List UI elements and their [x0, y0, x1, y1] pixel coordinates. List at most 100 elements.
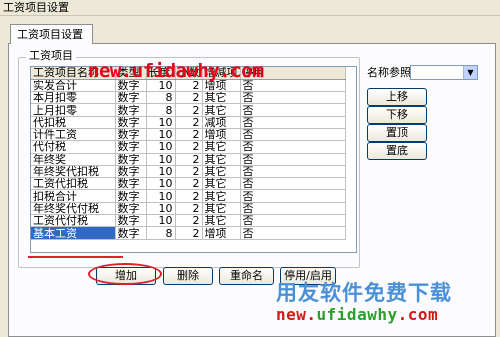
cell-inc-dec[interactable]: 减项: [202, 116, 241, 129]
cell-disabled[interactable]: 否: [240, 103, 346, 117]
cell-disabled[interactable]: 否: [240, 226, 346, 240]
cell-name[interactable]: 实发合计: [31, 79, 116, 93]
cell-name[interactable]: 代扣税: [31, 116, 116, 129]
cell-decimals[interactable]: 2: [175, 202, 203, 216]
cell-decimals[interactable]: 2: [175, 116, 203, 129]
col-header-inc-dec[interactable]: 增减项: [202, 67, 241, 80]
cell-decimals[interactable]: 2: [175, 214, 203, 228]
cell-disabled[interactable]: 否: [240, 165, 346, 179]
cell-decimals[interactable]: 2: [175, 140, 203, 154]
cell-decimals[interactable]: 2: [175, 128, 203, 142]
cell-type[interactable]: 数字: [115, 91, 147, 105]
table-row[interactable]: 上月扣零 数字 8 2 其它否: [31, 103, 346, 117]
delete-button[interactable]: 删除: [163, 267, 213, 285]
cell-inc-dec[interactable]: 增项: [202, 79, 241, 93]
cell-disabled[interactable]: 否: [240, 91, 346, 105]
cell-decimals[interactable]: 2: [175, 165, 203, 179]
salary-items-grid[interactable]: 工资项目名称 类型 长度 小数 增减项 停用 实发合计 数字 10 2 增项否本月扣零数…: [30, 66, 357, 253]
move-bottom-button[interactable]: 置底: [367, 142, 427, 160]
table-row[interactable]: 年终奖 数字 10 2 其它否: [31, 153, 346, 166]
cell-length[interactable]: 8: [146, 226, 176, 240]
cell-type[interactable]: 数字: [115, 202, 147, 216]
cell-inc-dec[interactable]: 增项: [202, 128, 241, 142]
cell-length[interactable]: 8: [146, 103, 176, 117]
cell-length[interactable]: 10: [146, 128, 176, 142]
cell-type[interactable]: 数字: [115, 79, 147, 93]
cell-length[interactable]: 10: [146, 79, 176, 93]
chevron-down-icon[interactable]: ▼: [463, 66, 477, 79]
cell-decimals[interactable]: 2: [175, 91, 203, 105]
cell-disabled[interactable]: 否: [240, 177, 346, 191]
cell-inc-dec[interactable]: 其它: [202, 214, 241, 228]
col-header-name[interactable]: 工资项目名称: [31, 67, 116, 80]
cell-inc-dec[interactable]: 其它: [202, 202, 241, 216]
cell-decimals[interactable]: 2: [175, 226, 203, 240]
cell-length[interactable]: 10: [146, 177, 176, 191]
col-header-disabled[interactable]: 停用: [240, 67, 346, 80]
table-row[interactable]: 扣税合计 数字 10 2 其它否: [31, 189, 346, 203]
cell-type[interactable]: 数字: [115, 177, 147, 191]
col-header-decimals[interactable]: 小数: [175, 67, 203, 80]
table-row[interactable]: 计件工资 数字 10 2 增项否: [31, 128, 346, 142]
cell-inc-dec[interactable]: 其它: [202, 103, 241, 117]
col-header-length[interactable]: 长度: [146, 67, 176, 80]
cell-length[interactable]: 10: [146, 165, 176, 179]
cell-length[interactable]: 10: [146, 202, 176, 216]
cell-inc-dec[interactable]: 其它: [202, 91, 241, 105]
cell-decimals[interactable]: 2: [175, 177, 203, 191]
cell-decimals[interactable]: 2: [175, 153, 203, 166]
cell-inc-dec[interactable]: 其它: [202, 177, 241, 191]
cell-disabled[interactable]: 否: [240, 79, 346, 93]
cell-name[interactable]: 工资代扣税: [31, 177, 116, 191]
cell-type[interactable]: 数字: [115, 214, 147, 228]
cell-name[interactable]: 年终奖代扣税: [31, 165, 116, 179]
cell-disabled[interactable]: 否: [240, 189, 346, 203]
cell-length[interactable]: 10: [146, 214, 176, 228]
cell-inc-dec[interactable]: 其它: [202, 189, 241, 203]
move-top-button[interactable]: 置顶: [367, 124, 427, 142]
cell-disabled[interactable]: 否: [240, 116, 346, 129]
table-row[interactable]: 本月扣零 数字 8 2 其它否: [31, 91, 346, 105]
table-row[interactable]: 工资代扣税 数字 10 2 其它否: [31, 177, 346, 191]
name-ref-select[interactable]: ▼: [410, 65, 478, 80]
table-row[interactable]: 代付税 数字 10 2 其它否: [31, 140, 346, 154]
cell-type[interactable]: 数字: [115, 116, 147, 129]
cell-length[interactable]: 10: [146, 116, 176, 129]
cell-type[interactable]: 数字: [115, 140, 147, 154]
cell-length[interactable]: 8: [146, 91, 176, 105]
table-row[interactable]: 工资代付税 数字 10 2 其它否: [31, 214, 346, 228]
cell-name[interactable]: 计件工资: [31, 128, 116, 142]
cell-type[interactable]: 数字: [115, 103, 147, 117]
cell-decimals[interactable]: 2: [175, 189, 203, 203]
tab-salary-items[interactable]: 工资项目设置: [10, 24, 93, 44]
cell-type[interactable]: 数字: [115, 165, 147, 179]
cell-disabled[interactable]: 否: [240, 140, 346, 154]
rename-button[interactable]: 重命名: [219, 267, 274, 285]
cell-type[interactable]: 数字: [115, 153, 147, 166]
table-row[interactable]: 代扣税 数字 10 2 减项否: [31, 116, 346, 129]
cell-name[interactable]: 年终奖: [31, 153, 116, 166]
cell-inc-dec[interactable]: 其它: [202, 153, 241, 166]
cell-type[interactable]: 数字: [115, 189, 147, 203]
cell-name[interactable]: 扣税合计: [31, 189, 116, 203]
col-header-type[interactable]: 类型: [115, 67, 147, 80]
cell-decimals[interactable]: 2: [175, 103, 203, 117]
cell-inc-dec[interactable]: 增项: [202, 226, 241, 240]
cell-name[interactable]: 本月扣零: [31, 91, 116, 105]
cell-disabled[interactable]: 否: [240, 214, 346, 228]
move-down-button[interactable]: 下移: [367, 106, 427, 124]
table-row[interactable]: 年终奖代付税 数字 10 2 其它否: [31, 202, 346, 216]
cell-length[interactable]: 10: [146, 153, 176, 166]
cell-inc-dec[interactable]: 其它: [202, 165, 241, 179]
cell-decimals[interactable]: 2: [175, 79, 203, 93]
cell-length[interactable]: 10: [146, 189, 176, 203]
table-row[interactable]: 基本工资 数字 8 2 增项否: [31, 226, 346, 240]
table-row[interactable]: 实发合计 数字 10 2 增项否: [31, 79, 346, 93]
cell-name[interactable]: 工资代付税: [31, 214, 116, 228]
cell-disabled[interactable]: 否: [240, 128, 346, 142]
cell-disabled[interactable]: 否: [240, 202, 346, 216]
cell-name[interactable]: 基本工资: [31, 226, 116, 240]
cell-disabled[interactable]: 否: [240, 153, 346, 166]
cell-type[interactable]: 数字: [115, 226, 147, 240]
cell-name[interactable]: 上月扣零: [31, 103, 116, 117]
